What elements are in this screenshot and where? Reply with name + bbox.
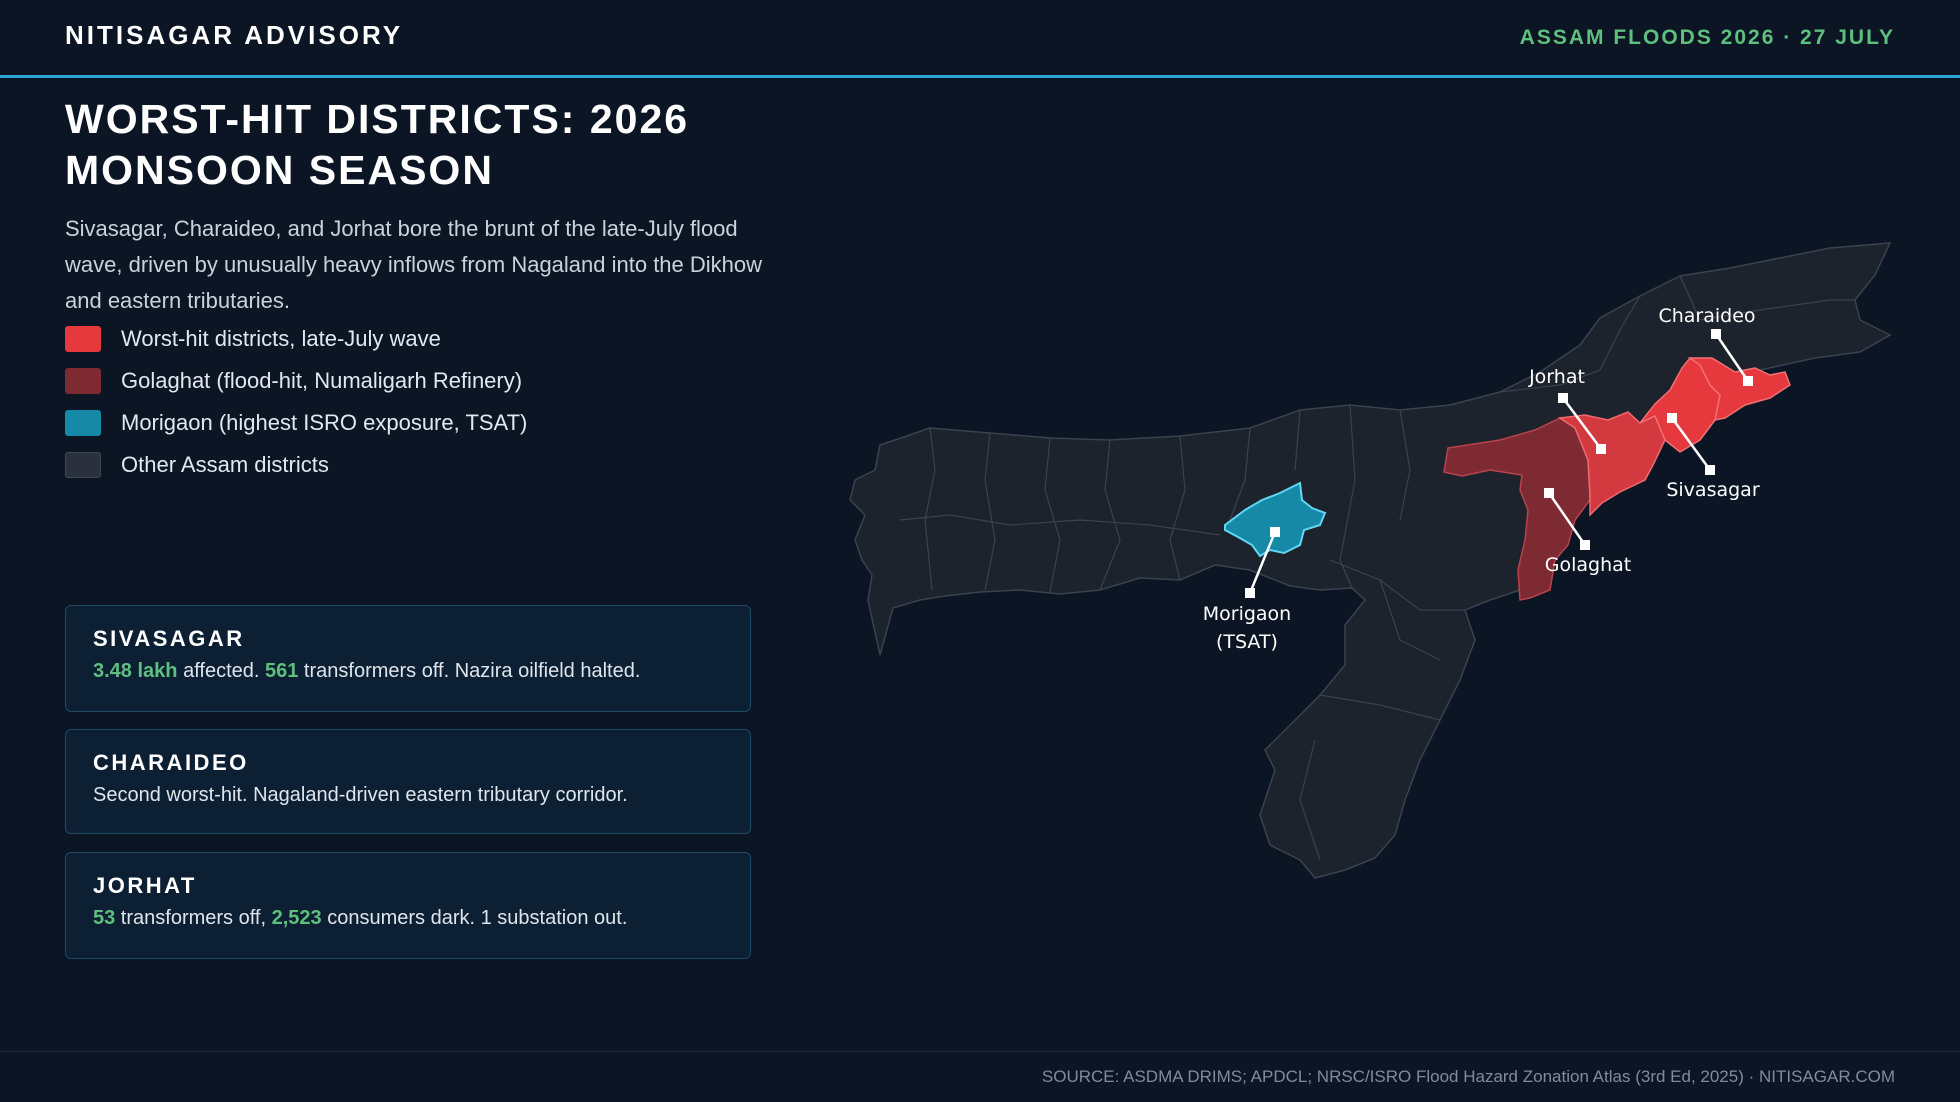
card-title: CHARAIDEO bbox=[93, 750, 249, 775]
map-region-other-districts bbox=[849, 242, 1892, 879]
brand-name: NITISAGAR ADVISORY bbox=[65, 20, 404, 50]
card-body: 3.48 lakh affected. 561 transformers off… bbox=[93, 660, 640, 683]
callout-marker-sivasagar bbox=[1667, 413, 1677, 423]
card-text: transformers off, bbox=[115, 907, 272, 929]
callout-marker-charaideo-end bbox=[1711, 329, 1721, 339]
card-text: Second worst-hit. Nagaland-driven easter… bbox=[93, 784, 628, 806]
stat-affected: 3.48 lakh bbox=[93, 660, 178, 682]
callout-marker-sivasagar-end bbox=[1705, 465, 1715, 475]
callout-marker-golaghat-end bbox=[1580, 540, 1590, 550]
page-title-line-1: WORST-HIT DISTRICTS: 2026 bbox=[65, 96, 690, 142]
callout-marker-morigaon bbox=[1270, 527, 1280, 537]
top-bar: NITISAGAR ADVISORY ASSAM FLOODS 2026 · 2… bbox=[0, 0, 1960, 78]
source-note: SOURCE: ASDMA DRIMS; APDCL; NRSC/ISRO Fl… bbox=[1041, 1067, 1895, 1086]
card-title: JORHAT bbox=[93, 873, 197, 898]
dateline: ASSAM FLOODS 2026 · 27 JULY bbox=[1519, 26, 1895, 49]
card-body: Second worst-hit. Nagaland-driven easter… bbox=[93, 784, 628, 807]
card-body: 53 transformers off, 2,523 consumers dar… bbox=[93, 907, 627, 930]
map-label-sivasagar: Sivasagar bbox=[1666, 479, 1759, 501]
footer-divider bbox=[0, 1051, 1960, 1052]
legend-label: Worst-hit districts, late-July wave bbox=[121, 326, 441, 351]
stat-consumers: 2,523 bbox=[271, 907, 322, 929]
legend-swatch-worst-hit bbox=[65, 326, 101, 352]
callout-marker-golaghat bbox=[1544, 488, 1554, 498]
legend-swatch-golaghat bbox=[65, 368, 101, 394]
callout-marker-charaideo bbox=[1743, 376, 1753, 386]
page-title-line-2: MONSOON SEASON bbox=[65, 147, 494, 193]
assam-district-map: Charaideo Jorhat Sivasagar Golaghat Mori… bbox=[849, 242, 1892, 879]
map-label-morigaon: Morigaon bbox=[1203, 603, 1291, 625]
card-text: consumers dark. 1 substation out. bbox=[321, 907, 628, 929]
map-label-jorhat: Jorhat bbox=[1528, 366, 1585, 388]
card-title: SIVASAGAR bbox=[93, 626, 245, 651]
lede-paragraph: Sivasagar, Charaideo, and Jorhat bore th… bbox=[65, 216, 763, 313]
callout-marker-jorhat bbox=[1596, 444, 1606, 454]
callout-marker-jorhat-end bbox=[1558, 393, 1568, 403]
legend-label: Other Assam districts bbox=[121, 452, 329, 477]
card-text: affected. bbox=[177, 660, 265, 682]
legend-swatch-morigaon bbox=[65, 410, 101, 436]
stat-transformers: 53 bbox=[93, 907, 116, 929]
district-card-jorhat: JORHAT 53 transformers off, 2,523 consum… bbox=[65, 852, 751, 959]
legend-label: Morigaon (highest ISRO exposure, TSAT) bbox=[121, 410, 528, 435]
stat-transformers: 561 bbox=[265, 660, 299, 682]
page-title: WORST-HIT DISTRICTS: 2026 MONSOON SEASON bbox=[65, 94, 825, 196]
callout-marker-morigaon-end bbox=[1245, 588, 1255, 598]
district-card-sivasagar: SIVASAGAR 3.48 lakh affected. 561 transf… bbox=[65, 605, 751, 712]
district-card-charaideo: CHARAIDEO Second worst-hit. Nagaland-dri… bbox=[65, 729, 751, 834]
card-text: transformers off. Nazira oilfield halted… bbox=[298, 660, 641, 682]
map-label-charaideo: Charaideo bbox=[1658, 305, 1755, 327]
map-label-morigaon-sub: (TSAT) bbox=[1216, 631, 1278, 653]
legend-label: Golaghat (flood-hit, Numaligarh Refinery… bbox=[121, 368, 523, 393]
legend-swatch-other bbox=[65, 452, 101, 478]
map-label-golaghat: Golaghat bbox=[1545, 554, 1631, 576]
